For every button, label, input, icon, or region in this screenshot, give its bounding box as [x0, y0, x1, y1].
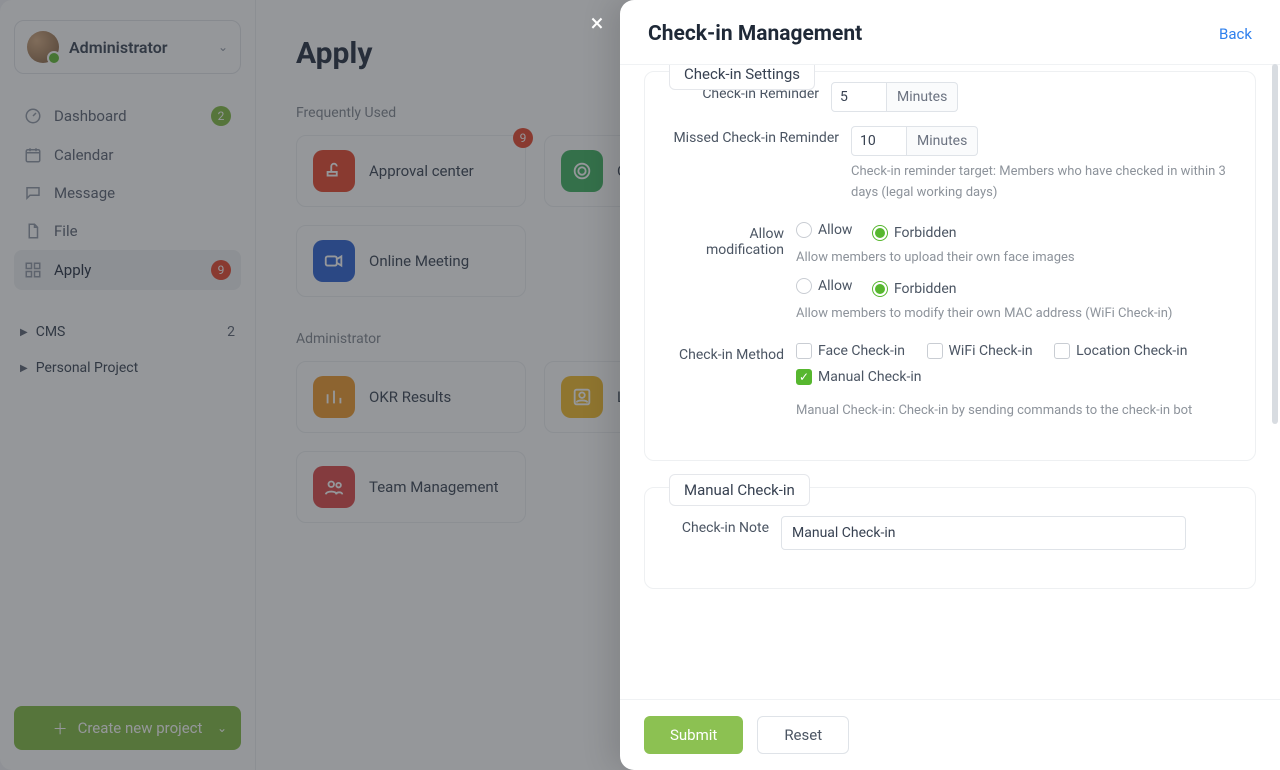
reset-button[interactable]: Reset [757, 716, 849, 754]
missed-input[interactable] [851, 126, 907, 156]
manual-check[interactable]: ✓Manual Check-in [796, 369, 921, 385]
mac-allow-radio[interactable]: Allow [796, 278, 852, 294]
submit-button[interactable]: Submit [644, 716, 743, 754]
location-check[interactable]: Location Check-in [1054, 343, 1187, 359]
allow-mod-label: Allow modification [669, 222, 784, 258]
mac-forbidden-radio[interactable]: Forbidden [872, 281, 957, 297]
close-icon[interactable]: × [584, 10, 610, 36]
reminder-input[interactable] [831, 82, 887, 112]
wifi-check[interactable]: WiFi Check-in [927, 343, 1033, 359]
face-allow-radio[interactable]: Allow [796, 222, 852, 238]
face-check[interactable]: Face Check-in [796, 343, 905, 359]
note-label: Check-in Note [669, 516, 769, 536]
drawer-title: Check-in Management [648, 22, 862, 46]
reminder-help: Check-in reminder target: Members who ha… [851, 162, 1231, 204]
back-link[interactable]: Back [1219, 25, 1252, 43]
scrollbar[interactable] [1272, 65, 1278, 424]
missed-label: Missed Check-in Reminder [669, 126, 839, 146]
mac-help: Allow members to modify their own MAC ad… [796, 304, 1231, 325]
manual-tab: Manual Check-in [669, 474, 810, 506]
checkin-drawer: × Check-in Management Back Check-in Sett… [620, 0, 1280, 770]
settings-tab: Check-in Settings [669, 65, 815, 90]
minutes-suffix: Minutes [907, 126, 978, 156]
minutes-suffix: Minutes [887, 82, 958, 112]
note-input[interactable] [781, 516, 1186, 550]
method-help: Manual Check-in: Check-in by sending com… [796, 401, 1231, 422]
face-help: Allow members to upload their own face i… [796, 248, 1231, 269]
method-label: Check-in Method [669, 343, 784, 363]
face-forbidden-radio[interactable]: Forbidden [872, 225, 957, 241]
